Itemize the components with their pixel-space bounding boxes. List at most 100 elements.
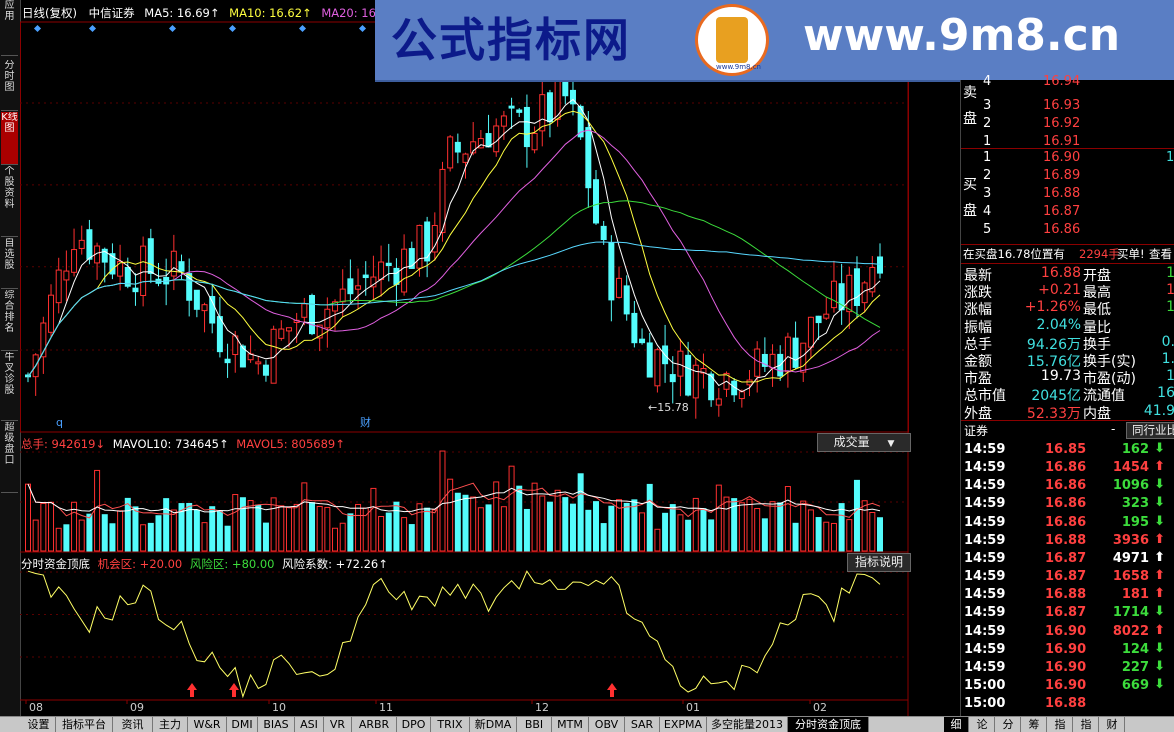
indicator-tab[interactable]: ARBR (352, 717, 397, 732)
candle-body (378, 261, 385, 280)
chevron-down-icon: - (1111, 422, 1116, 436)
orderbook-divider (961, 148, 1174, 149)
volume-bar (807, 509, 814, 552)
panel-tab[interactable]: 细 (944, 717, 969, 732)
volume-bar (132, 506, 139, 552)
mavol5-label: MAVOL5: 805689↑ (236, 437, 345, 451)
candle-body (600, 225, 607, 241)
volume-bar (569, 503, 576, 552)
candle-body (78, 239, 85, 249)
stat-value: 2.04% (1036, 316, 1081, 333)
trade-time: 15:00 (964, 696, 1006, 712)
volume-bar (777, 502, 784, 552)
sidebar-item-6[interactable]: 牛叉诊股 (1, 352, 18, 421)
sidebar-item-3[interactable]: 个股资料 (1, 166, 18, 237)
indicator-tab[interactable]: ASI (295, 717, 324, 732)
trade-price: 16.88 (1045, 696, 1087, 712)
quote-row: 1 16.90 1 (961, 150, 1174, 167)
sidebar-item-0[interactable]: 应用 (1, 0, 18, 56)
volume-bar (692, 497, 699, 552)
arrow-down-icon: ⬇ (1154, 441, 1165, 456)
banner-url: www.9m8.cn (803, 10, 1121, 61)
sidebar-item-7[interactable]: 超级盘口 (1, 422, 18, 493)
sidebar-item-5[interactable]: 综合排名 (1, 290, 18, 351)
date-tick-label: 11 (379, 701, 393, 714)
alert-view-link[interactable]: 查看 (1149, 246, 1172, 262)
indicator-tab[interactable]: 资讯 (113, 717, 153, 732)
period-label: 日线(复权) (22, 6, 77, 20)
indicator-tab[interactable]: 多空能量2013 (707, 717, 788, 732)
buy-price: 16.88 (1043, 186, 1081, 201)
sell-price: 16.94 (1043, 74, 1081, 89)
candle-body (216, 316, 223, 353)
trade-volume: 162 (1121, 442, 1149, 457)
trade-volume: 3936 (1112, 532, 1149, 548)
candle-body (738, 391, 745, 400)
quote-row: 涨跌 +0.21 最高 1 (961, 282, 1174, 301)
volume-bar (385, 512, 392, 552)
panel-tab[interactable]: 财 (1100, 717, 1125, 732)
alert-text: 在买盘16.78位置有 (963, 247, 1065, 261)
volume-bar (186, 502, 193, 552)
volume-bar (516, 485, 523, 552)
indicator-tab[interactable]: VR (324, 717, 352, 732)
trade-time: 14:59 (964, 623, 1006, 639)
industry-compare-button[interactable]: 同行业比 (1126, 422, 1174, 439)
candle-body (546, 92, 553, 123)
indicator-tab[interactable]: W&R (188, 717, 227, 732)
indicator-tab[interactable]: 主力 (153, 717, 188, 732)
buy-level: 4 (983, 204, 992, 219)
candle-body (71, 249, 78, 273)
kline-chart-area[interactable]: 17.8717.3116.7516.18←15.78q财4202321011X1… (20, 0, 912, 716)
candle-body (800, 342, 807, 373)
quote-row: 14:59 16.86 1454 ⬆ (961, 459, 1174, 477)
indicator-tab[interactable]: OBV (589, 717, 625, 732)
trade-price: 16.86 (1045, 478, 1087, 494)
volume-bar (877, 517, 883, 552)
volume-indicator-dropdown[interactable]: 成交量 ▼ (817, 433, 911, 452)
arrow-up-icon: ⬆ (1154, 568, 1165, 584)
candle-body (784, 336, 791, 373)
indicator-tab[interactable]: BBI (517, 717, 552, 732)
volume-bar (63, 524, 70, 552)
trade-price: 16.90 (1045, 659, 1087, 675)
indicator-tab[interactable]: TRIX (431, 717, 470, 732)
sidebar-item-2[interactable]: K线图 (1, 112, 18, 165)
volume-bar (669, 504, 676, 552)
indicator-tab[interactable]: SAR (625, 717, 660, 732)
volume-bar (462, 494, 469, 552)
panel-tab[interactable]: 筹 (1022, 717, 1047, 732)
volume-bar (846, 519, 853, 552)
indicator-tab[interactable]: DPO (397, 717, 431, 732)
candle-body (48, 294, 55, 333)
volume-bar (708, 519, 715, 552)
stat-value: 16.88 (1040, 265, 1081, 281)
trade-volume: 1658 (1112, 569, 1149, 585)
volume-bar (209, 506, 216, 552)
indicator-tab[interactable]: MTM (552, 717, 589, 732)
indicator-tab[interactable]: DMI (227, 717, 258, 732)
quote-row: 最新 16.88 开盘 1 (961, 265, 1174, 284)
indicator-tab[interactable]: 指标平台 (56, 717, 113, 732)
stat-value: +1.26% (1024, 299, 1081, 316)
kline-chart[interactable]: 17.8717.3116.7516.18←15.78q财4202321011X1… (20, 0, 912, 716)
indicator-tab[interactable]: EXPMA (660, 717, 707, 732)
candle-body (853, 268, 860, 306)
trade-price: 16.87 (1045, 550, 1087, 566)
candle-body (585, 127, 592, 189)
indicator-tab[interactable]: 新DMA (470, 717, 517, 732)
quote-row: 14:59 16.88 3936 ⬆ (961, 532, 1174, 550)
sidebar-item-1[interactable]: 分时图 (1, 60, 18, 111)
panel-tab[interactable]: 分 (996, 717, 1021, 732)
indicator-tab[interactable]: BIAS (258, 717, 295, 732)
low-price-annotation: ←15.78 (648, 401, 689, 414)
sidebar-item-4[interactable]: 自选股 (1, 238, 18, 289)
panel-tab[interactable]: 指 (1074, 717, 1099, 732)
ma10-label: MA10: 16.62↑ (229, 6, 312, 20)
candle-body (531, 132, 538, 151)
panel-tab[interactable]: 论 (970, 717, 995, 732)
panel-tab[interactable]: 指 (1048, 717, 1073, 732)
indicator-help-button[interactable]: 指标说明 (847, 553, 911, 572)
indicator-tab[interactable]: 设置 (22, 717, 56, 732)
indicator-tab[interactable]: 分时资金顶底 (788, 717, 869, 732)
